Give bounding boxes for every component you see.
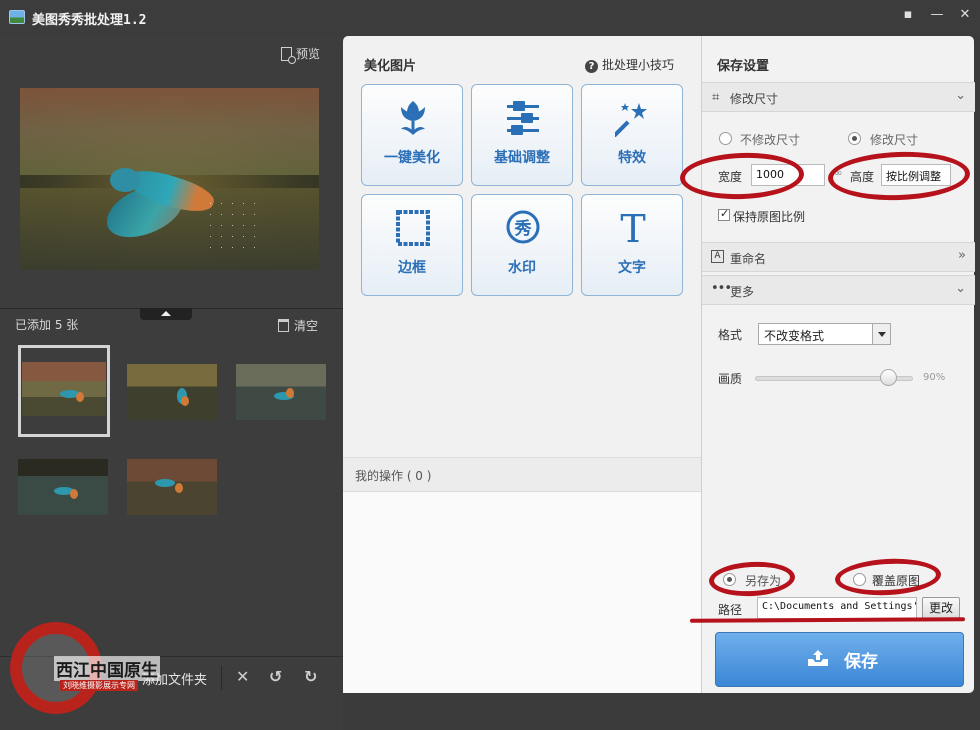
rotate-left-icon[interactable]: ↺ xyxy=(269,667,282,686)
resize-section-header[interactable]: ⌗ 修改尺寸 ⌄ xyxy=(702,82,975,112)
svg-text:T: T xyxy=(620,209,645,247)
frame-tile[interactable]: 边框 xyxy=(361,194,463,296)
rotate-right-icon[interactable]: ↻ xyxy=(304,667,317,686)
width-input[interactable]: 1000 xyxy=(751,164,825,186)
site-watermark: 西江中国原生 刘晓维摄影展示专网 xyxy=(4,616,204,726)
preview-button[interactable]: 预览 xyxy=(281,45,320,64)
save-settings-title: 保存设置 xyxy=(717,59,770,74)
watermark-tile[interactable]: 秀 水印 xyxy=(471,194,573,296)
collapse-toggle[interactable] xyxy=(140,308,192,320)
no-resize-radio[interactable] xyxy=(719,132,732,145)
frame-icon xyxy=(396,210,430,246)
path-input[interactable]: C:\Documents and Settings' xyxy=(757,597,917,619)
trash-icon xyxy=(278,319,289,332)
chevron-down-icon xyxy=(872,324,890,344)
resize-radio[interactable] xyxy=(848,132,861,145)
operations-label: 我的操作 ( 0 ) xyxy=(355,469,432,483)
crop-icon: ⌗ xyxy=(712,90,720,105)
dots-icon: ••• xyxy=(711,281,732,296)
rename-section-header[interactable]: A 重命名 » xyxy=(702,242,975,272)
thumbnail-2[interactable] xyxy=(127,364,217,420)
chevron-down-icon: ⌄ xyxy=(955,88,966,103)
thumbnail-5[interactable] xyxy=(127,459,217,515)
text-icon: T xyxy=(620,209,645,247)
app-icon xyxy=(9,10,25,24)
format-select[interactable]: 不改变格式 xyxy=(758,323,891,345)
save-button[interactable]: 保存 xyxy=(715,632,964,687)
chat-icon[interactable]: ▪ xyxy=(898,6,918,24)
quality-label: 画质 xyxy=(718,372,743,386)
tulip-icon xyxy=(401,101,425,135)
beautify-panel: 美化图片 ? 批处理小技巧 一键美化 基础调整 特效 边框 秀 水印 T 文字 … xyxy=(343,36,701,693)
overwrite-radio[interactable] xyxy=(853,573,866,586)
help-icon: ? xyxy=(585,60,598,73)
chevron-right-icon: » xyxy=(958,248,966,263)
added-count: 已添加 5 张 xyxy=(15,318,79,332)
width-label: 宽度 xyxy=(718,170,743,184)
delete-icon[interactable]: ✕ xyxy=(236,667,249,686)
thumbnail-3[interactable] xyxy=(236,364,326,420)
overwrite-label: 覆盖原图 xyxy=(872,574,921,588)
height-label: 高度 xyxy=(850,170,875,184)
change-path-button[interactable]: 更改 xyxy=(922,597,960,619)
format-label: 格式 xyxy=(718,328,743,342)
watermark-seal-icon: 秀 xyxy=(506,210,540,244)
resize-label: 修改尺寸 xyxy=(870,133,919,147)
magic-wand-icon xyxy=(615,103,647,137)
keep-ratio-label: 保持原图比例 xyxy=(733,210,806,224)
keep-ratio-checkbox[interactable] xyxy=(718,207,730,221)
preview-icon xyxy=(281,47,296,64)
text-tile[interactable]: T 文字 xyxy=(581,194,683,296)
save-as-label: 另存为 xyxy=(745,574,782,588)
height-input[interactable]: 按比例调整 xyxy=(881,164,951,186)
quality-slider-handle[interactable] xyxy=(880,369,897,386)
beautify-title: 美化图片 xyxy=(364,59,417,74)
clear-button[interactable]: 清空 xyxy=(278,317,318,334)
left-panel: 预览 已添加 5 张 清空 添加文件夹 ✕ ↺ ↻ 西江中国原生 刘晓维摄影展示… xyxy=(0,36,343,730)
one-click-beautify-tile[interactable]: 一键美化 xyxy=(361,84,463,186)
quality-value: 90% xyxy=(923,372,946,383)
no-resize-label: 不修改尺寸 xyxy=(740,133,801,147)
close-icon[interactable]: ✕ xyxy=(955,6,975,24)
chevron-down-icon: ⌄ xyxy=(955,281,966,296)
save-as-radio[interactable] xyxy=(723,573,736,586)
operations-area: 我的操作 ( 0 ) xyxy=(343,457,701,693)
basic-adjust-tile[interactable]: 基础调整 xyxy=(471,84,573,186)
watermark-subtext: 刘晓维摄影展示专网 xyxy=(60,680,138,691)
svg-text:秀: 秀 xyxy=(514,219,532,239)
save-tray-icon xyxy=(808,650,828,666)
tips-link[interactable]: ? 批处理小技巧 xyxy=(585,56,674,73)
watermark-text: 西江中国原生 xyxy=(54,656,160,681)
sliders-icon xyxy=(507,101,539,135)
window-title: 美图秀秀批处理1.2 xyxy=(32,13,147,28)
save-settings-panel: 保存设置 ⌗ 修改尺寸 ⌄ 不修改尺寸 修改尺寸 宽度 1000 ∞ 高度 按比… xyxy=(701,36,975,693)
rename-icon: A xyxy=(711,250,724,263)
effects-tile[interactable]: 特效 xyxy=(581,84,683,186)
link-icon: ∞ xyxy=(834,168,843,179)
more-section-header[interactable]: ••• 更多 ⌄ xyxy=(702,275,975,305)
minimize-icon[interactable]: — xyxy=(927,6,947,24)
title-bar: 美图秀秀批处理1.2 ▪ — ✕ xyxy=(0,0,980,36)
preview-image xyxy=(20,88,319,270)
thumbnail-1[interactable] xyxy=(22,362,106,416)
path-label: 路径 xyxy=(718,603,743,617)
thumbnail-4[interactable] xyxy=(18,459,108,515)
